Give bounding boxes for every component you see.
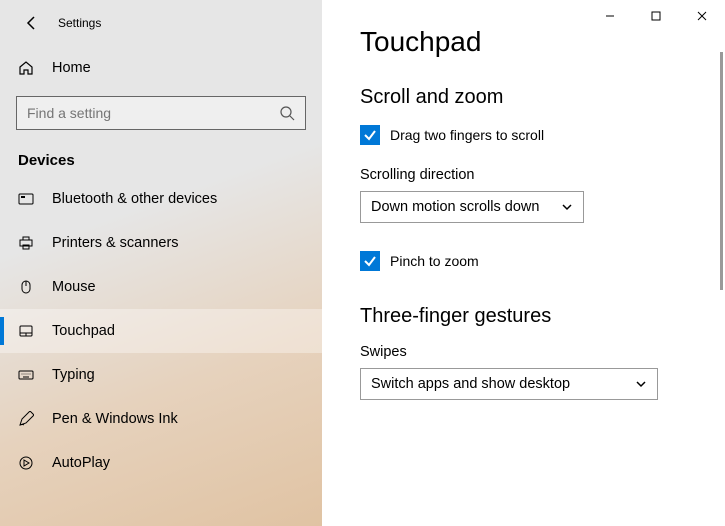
content-pane: Touchpad Scroll and zoom Drag two finger… <box>322 0 725 526</box>
sidebar-item-bluetooth[interactable]: Bluetooth & other devices <box>0 177 322 221</box>
section-heading-scroll-zoom: Scroll and zoom <box>360 86 687 109</box>
sidebar-item-label: Bluetooth & other devices <box>52 191 217 207</box>
maximize-button[interactable] <box>633 0 679 32</box>
dropdown-swipes[interactable]: Switch apps and show desktop <box>360 368 658 400</box>
sidebar-item-label: Typing <box>52 367 95 383</box>
back-button[interactable] <box>18 9 46 37</box>
checkbox-label: Drag two fingers to scroll <box>390 127 544 143</box>
sidebar-section-heading: Devices <box>0 138 322 177</box>
chevron-down-icon <box>635 378 647 390</box>
sidebar-item-label: Mouse <box>52 279 96 295</box>
section-heading-three-finger: Three-finger gestures <box>360 305 687 328</box>
sidebar-item-typing[interactable]: Typing <box>0 353 322 397</box>
pen-icon <box>18 411 34 427</box>
minimize-button[interactable] <box>587 0 633 32</box>
chevron-down-icon <box>561 201 573 213</box>
bluetooth-icon <box>18 191 34 207</box>
home-icon <box>18 60 34 76</box>
sidebar-item-pen[interactable]: Pen & Windows Ink <box>0 397 322 441</box>
sidebar-item-label: Printers & scanners <box>52 235 179 251</box>
search-box[interactable] <box>16 96 306 130</box>
sidebar: Settings Home Devices Bluetooth & other … <box>0 0 322 526</box>
checkbox-drag-two-fingers[interactable]: Drag two fingers to scroll <box>360 125 687 145</box>
sidebar-item-label: AutoPlay <box>52 455 110 471</box>
dropdown-value: Switch apps and show desktop <box>371 376 570 392</box>
sidebar-item-label: Home <box>52 60 91 76</box>
sidebar-item-home[interactable]: Home <box>0 46 322 90</box>
check-icon <box>363 128 377 142</box>
keyboard-icon <box>18 367 34 383</box>
checkbox-box <box>360 251 380 271</box>
checkbox-label: Pinch to zoom <box>390 253 479 269</box>
window-controls <box>587 0 725 32</box>
printer-icon <box>18 235 34 251</box>
dropdown-value: Down motion scrolls down <box>371 199 539 215</box>
sidebar-item-label: Pen & Windows Ink <box>52 411 178 427</box>
label-scrolling-direction: Scrolling direction <box>360 167 687 183</box>
window-title: Settings <box>58 16 101 30</box>
scrollbar[interactable] <box>720 52 723 290</box>
sidebar-item-autoplay[interactable]: AutoPlay <box>0 441 322 485</box>
label-swipes: Swipes <box>360 344 687 360</box>
touchpad-icon <box>18 323 34 339</box>
sidebar-item-mouse[interactable]: Mouse <box>0 265 322 309</box>
close-button[interactable] <box>679 0 725 32</box>
checkbox-box <box>360 125 380 145</box>
sidebar-item-label: Touchpad <box>52 323 115 339</box>
titlebar: Settings <box>0 0 322 46</box>
mouse-icon <box>18 279 34 295</box>
sidebar-item-touchpad[interactable]: Touchpad <box>0 309 322 353</box>
autoplay-icon <box>18 455 34 471</box>
dropdown-scrolling-direction[interactable]: Down motion scrolls down <box>360 191 584 223</box>
search-input[interactable] <box>27 105 279 121</box>
search-icon <box>279 105 295 121</box>
check-icon <box>363 254 377 268</box>
sidebar-item-printers[interactable]: Printers & scanners <box>0 221 322 265</box>
checkbox-pinch-to-zoom[interactable]: Pinch to zoom <box>360 251 687 271</box>
